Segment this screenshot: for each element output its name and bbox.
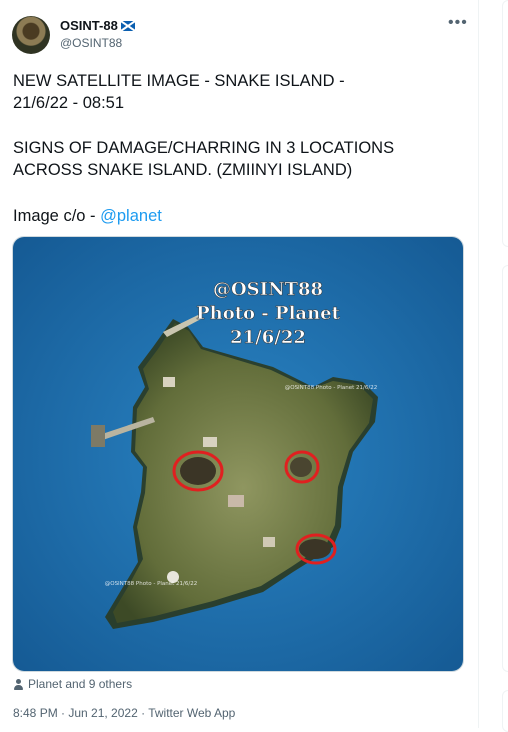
side-panel-card (502, 690, 508, 732)
overlay-line2: Photo - Planet (196, 303, 341, 324)
building (228, 495, 244, 507)
building (263, 537, 275, 547)
small-watermark: @OSINT88 Photo - Planet 21/6/22 (285, 385, 378, 391)
pier-end (91, 425, 105, 447)
tweet-text-line2: SIGNS OF DAMAGE/CHARRING IN 3 LOCATIONS … (13, 139, 395, 179)
author-name-row[interactable]: OSINT-88 (60, 18, 135, 33)
credit-prefix: Image c/o - (13, 207, 101, 225)
mention-link[interactable]: @planet (100, 207, 162, 225)
tweet-text-line1: NEW SATELLITE IMAGE - SNAKE ISLAND - 21/… (13, 72, 345, 112)
overlay-line1: @OSINT88 (213, 279, 323, 300)
tweet-media-image[interactable]: @OSINT88 Photo - Planet 21/6/22 @OSINT88… (12, 236, 464, 672)
building (163, 377, 175, 387)
column-divider (478, 0, 479, 728)
side-panel-card (502, 265, 508, 672)
likes-row[interactable]: Planet and 9 others (14, 677, 132, 691)
side-panel-card (502, 0, 508, 247)
more-horizontal-icon[interactable]: ••• (448, 15, 468, 31)
person-icon (14, 678, 23, 690)
small-watermark: @OSINT88 Photo - Planet 21/6/22 (105, 581, 198, 587)
author-handle[interactable]: @OSINT88 (60, 36, 122, 50)
charred-area (299, 539, 331, 559)
charred-area (180, 457, 216, 485)
charred-area (290, 457, 312, 477)
display-name[interactable]: OSINT-88 (60, 18, 118, 33)
building (203, 437, 217, 447)
tweet-credit: Image c/o - @planet (13, 205, 453, 227)
avatar[interactable] (12, 16, 50, 54)
tweet-metadata[interactable]: 8:48 PM · Jun 21, 2022 · Twitter Web App (13, 706, 235, 720)
scotland-flag-icon (120, 20, 135, 31)
likes-text[interactable]: Planet and 9 others (28, 677, 132, 691)
overlay-line3: 21/6/22 (230, 327, 306, 348)
